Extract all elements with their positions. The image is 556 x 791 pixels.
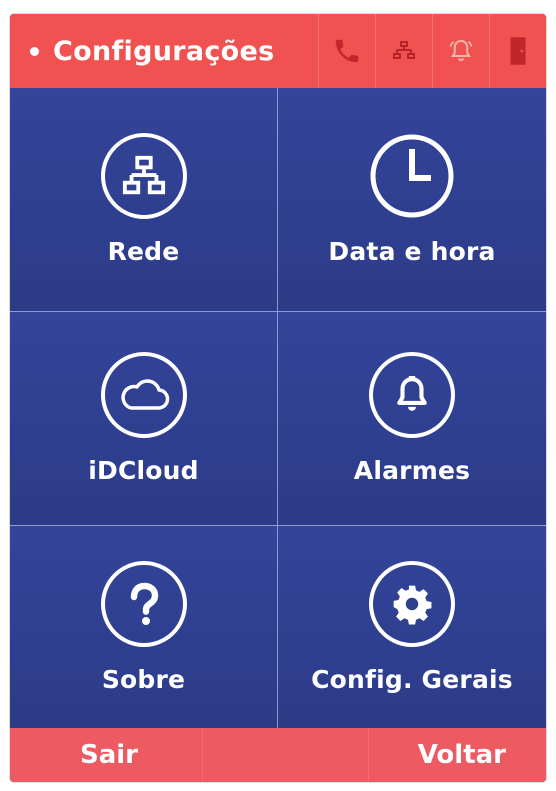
status-network xyxy=(375,14,432,88)
footer-bar: Sair Voltar xyxy=(10,728,546,782)
header-bar: Configurações xyxy=(10,14,546,88)
gear-icon xyxy=(369,560,455,647)
title-bullet xyxy=(30,46,39,56)
tile-config-gerais[interactable]: Config. Gerais xyxy=(278,526,546,728)
tile-label: Rede xyxy=(107,237,180,266)
door-icon xyxy=(510,37,526,65)
phone-icon xyxy=(335,39,359,63)
tile-label: Sobre xyxy=(101,664,186,694)
settings-grid: Rede Data e hora iDCloud Alarmes Sobre C… xyxy=(10,88,546,728)
tile-sobre[interactable]: Sobre xyxy=(10,526,278,728)
footer-divider xyxy=(368,728,369,782)
tile-data-e-hora[interactable]: Data e hora xyxy=(278,88,546,312)
tile-alarmes[interactable]: Alarmes xyxy=(278,312,546,526)
alarm-bell-icon xyxy=(449,39,473,61)
tile-idcloud[interactable]: iDCloud xyxy=(10,312,278,526)
tile-rede[interactable]: Rede xyxy=(10,88,278,312)
network-icon xyxy=(393,41,415,59)
status-icons xyxy=(318,14,546,88)
bell-icon xyxy=(369,352,455,438)
page-title: Configurações xyxy=(53,35,275,67)
network-icon xyxy=(100,133,187,219)
device-screen: Configurações Rede Data e hora iDCloud A… xyxy=(10,14,546,782)
status-door xyxy=(489,14,546,88)
tile-label: iDCloud xyxy=(88,456,199,485)
tile-label: Data e hora xyxy=(328,237,496,266)
status-alarm xyxy=(432,14,489,88)
cloud-icon xyxy=(100,352,187,438)
status-phone xyxy=(318,14,375,88)
tile-label: Config. Gerais xyxy=(311,664,513,694)
back-button[interactable]: Voltar xyxy=(392,740,532,770)
footer-divider xyxy=(202,728,203,782)
clock-icon xyxy=(369,133,455,219)
tile-label: Alarmes xyxy=(353,456,471,485)
exit-button[interactable]: Sair xyxy=(54,740,164,770)
question-icon xyxy=(100,560,187,647)
